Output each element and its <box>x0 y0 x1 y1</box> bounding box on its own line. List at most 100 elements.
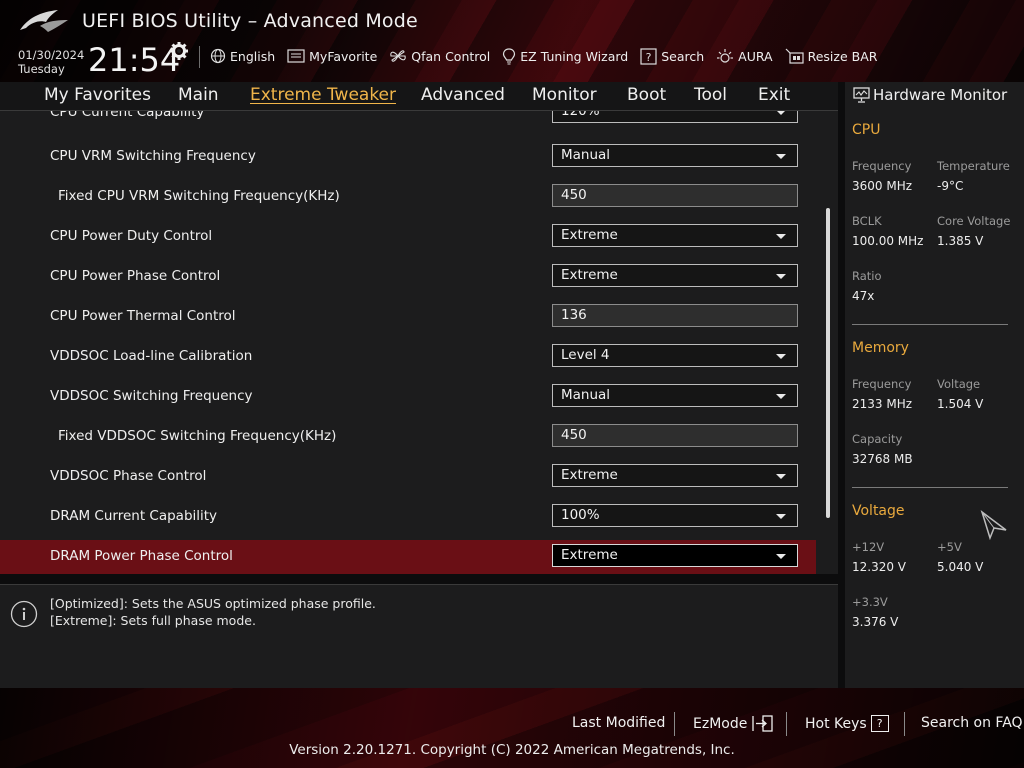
v33-value: 3.376 V <box>852 615 899 629</box>
hardware-monitor-title: Hardware Monitor <box>873 86 1008 104</box>
tab-advanced[interactable]: Advanced <box>421 85 505 105</box>
main-menu-bar: My Favorites Main Extreme Tweaker Advanc… <box>0 82 838 111</box>
setting-row[interactable]: CPU Power Thermal Control 136 <box>0 300 816 334</box>
setting-row[interactable]: CPU VRM Switching Frequency Manual <box>0 140 816 174</box>
language-label: English <box>230 48 276 64</box>
search-faq-button[interactable]: Search on FAQ <box>921 715 1023 731</box>
setting-row-selected[interactable]: DRAM Power Phase Control Extreme <box>0 540 816 574</box>
ezmode-button[interactable]: EzMode <box>693 715 773 732</box>
setting-value: 136 <box>561 307 587 323</box>
chevron-down-icon <box>776 234 786 239</box>
chevron-down-icon <box>776 111 786 115</box>
chevron-down-icon <box>776 354 786 359</box>
memory-capacity-label: Capacity <box>852 432 903 446</box>
app-title: UEFI BIOS Utility – Advanced Mode <box>82 10 418 32</box>
chevron-down-icon <box>776 274 786 279</box>
myfavorite-button[interactable]: MyFavorite <box>287 49 377 64</box>
search-button[interactable]: ? Search <box>640 47 705 65</box>
setting-row[interactable]: VDDSOC Load-line Calibration Level 4 <box>0 340 816 374</box>
setting-row[interactable]: VDDSOC Phase Control Extreme <box>0 460 816 494</box>
setting-dropdown[interactable]: Level 4 <box>552 344 798 367</box>
language-button[interactable]: English <box>210 48 275 64</box>
setting-dropdown[interactable]: Manual <box>552 144 798 167</box>
day-text: Tuesday <box>18 62 65 76</box>
setting-input[interactable]: 450 <box>552 424 798 447</box>
setting-row[interactable]: Fixed CPU VRM Switching Frequency(KHz) 4… <box>0 180 816 214</box>
ratio-value: 47x <box>852 289 875 303</box>
help-text: [Extreme]: Sets full phase mode. <box>50 613 256 628</box>
setting-dropdown[interactable]: Extreme <box>552 544 798 567</box>
setting-row[interactable]: CPU Current Capability 120% <box>0 111 816 130</box>
core-voltage-value: 1.385 V <box>937 234 984 248</box>
cpu-frequency-label: Frequency <box>852 159 912 173</box>
setting-label: Fixed VDDSOC Switching Frequency(KHz) <box>58 428 337 444</box>
chevron-down-icon <box>776 474 786 479</box>
footer-divider <box>786 712 787 736</box>
gear-icon[interactable] <box>170 42 188 64</box>
setting-label: CPU Power Thermal Control <box>50 308 236 324</box>
ez-tuning-wizard-label: EZ Tuning Wizard <box>520 48 629 64</box>
setting-dropdown[interactable]: Extreme <box>552 224 798 247</box>
setting-input[interactable]: 136 <box>552 304 798 327</box>
setting-label: CPU Current Capability <box>50 111 205 120</box>
setting-label: VDDSOC Switching Frequency <box>50 388 253 404</box>
setting-dropdown[interactable]: Manual <box>552 384 798 407</box>
cpu-temperature-label: Temperature <box>937 159 1010 173</box>
setting-dropdown[interactable]: 100% <box>552 504 798 527</box>
resize-bar-button[interactable]: Resize BAR <box>785 48 877 65</box>
section-divider <box>852 487 1008 488</box>
chevron-down-icon <box>776 514 786 519</box>
setting-dropdown[interactable]: 120% <box>552 111 798 123</box>
bulb-icon <box>503 47 516 64</box>
tab-my-favorites[interactable]: My Favorites <box>44 85 151 105</box>
ratio-label: Ratio <box>852 269 882 283</box>
search-label: Search <box>661 48 705 64</box>
tab-boot[interactable]: Boot <box>627 85 666 105</box>
setting-value: 450 <box>561 187 587 203</box>
setting-label: Fixed CPU VRM Switching Frequency(KHz) <box>58 188 340 204</box>
exit-arrow-icon <box>752 715 773 732</box>
qfan-control-label: Qfan Control <box>411 48 491 64</box>
setting-row[interactable]: DRAM Current Capability 100% <box>0 500 816 534</box>
hardware-monitor-panel: Hardware Monitor CPU Frequency 3600 MHz … <box>845 82 1024 688</box>
v5-label: +5V <box>937 540 962 554</box>
v33-label: +3.3V <box>852 595 888 609</box>
cpu-section-title: CPU <box>852 122 881 138</box>
setting-value: Extreme <box>561 227 618 243</box>
v5-value: 5.040 V <box>937 560 984 574</box>
tab-tool[interactable]: Tool <box>694 85 727 105</box>
tab-monitor[interactable]: Monitor <box>532 85 597 105</box>
setting-input[interactable]: 450 <box>552 184 798 207</box>
bclk-value: 100.00 MHz <box>852 234 924 248</box>
last-modified-button[interactable]: Last Modified <box>572 715 665 731</box>
setting-row[interactable]: CPU Power Duty Control Extreme <box>0 220 816 254</box>
setting-dropdown[interactable]: Extreme <box>552 464 798 487</box>
setting-value: Extreme <box>561 467 618 483</box>
resize-bar-icon <box>785 48 804 64</box>
tab-main[interactable]: Main <box>178 85 219 105</box>
memory-section-title: Memory <box>852 340 909 356</box>
setting-row[interactable]: CPU Power Phase Control Extreme <box>0 260 816 294</box>
setting-value: 450 <box>561 427 587 443</box>
aura-button[interactable]: AURA <box>716 48 773 65</box>
ez-tuning-wizard-button[interactable]: EZ Tuning Wizard <box>502 47 629 65</box>
memory-frequency-value: 2133 MHz <box>852 397 913 411</box>
setting-dropdown[interactable]: Extreme <box>552 264 798 287</box>
toolbar: English MyFavorite Qfan Control EZ Tunin… <box>210 46 889 66</box>
footer-divider <box>674 712 675 736</box>
setting-row[interactable]: Fixed VDDSOC Switching Frequency(KHz) 45… <box>0 420 816 454</box>
memory-voltage-value: 1.504 V <box>937 397 984 411</box>
chevron-down-icon <box>776 154 786 159</box>
cpu-temperature-value: -9°C <box>937 179 964 193</box>
myfavorite-label: MyFavorite <box>309 48 378 64</box>
hot-keys-button[interactable]: Hot Keys ? <box>805 715 889 732</box>
tab-exit[interactable]: Exit <box>758 85 790 105</box>
setting-label: DRAM Current Capability <box>50 508 218 524</box>
memory-capacity-value: 32768 MB <box>852 452 913 466</box>
header-bar: UEFI BIOS Utility – Advanced Mode 01/30/… <box>0 0 1024 82</box>
settings-scrollbar[interactable] <box>826 208 830 518</box>
chevron-down-icon <box>776 554 786 559</box>
setting-row[interactable]: VDDSOC Switching Frequency Manual <box>0 380 816 414</box>
tab-extreme-tweaker[interactable]: Extreme Tweaker <box>250 85 396 105</box>
qfan-control-button[interactable]: Qfan Control <box>389 48 490 64</box>
